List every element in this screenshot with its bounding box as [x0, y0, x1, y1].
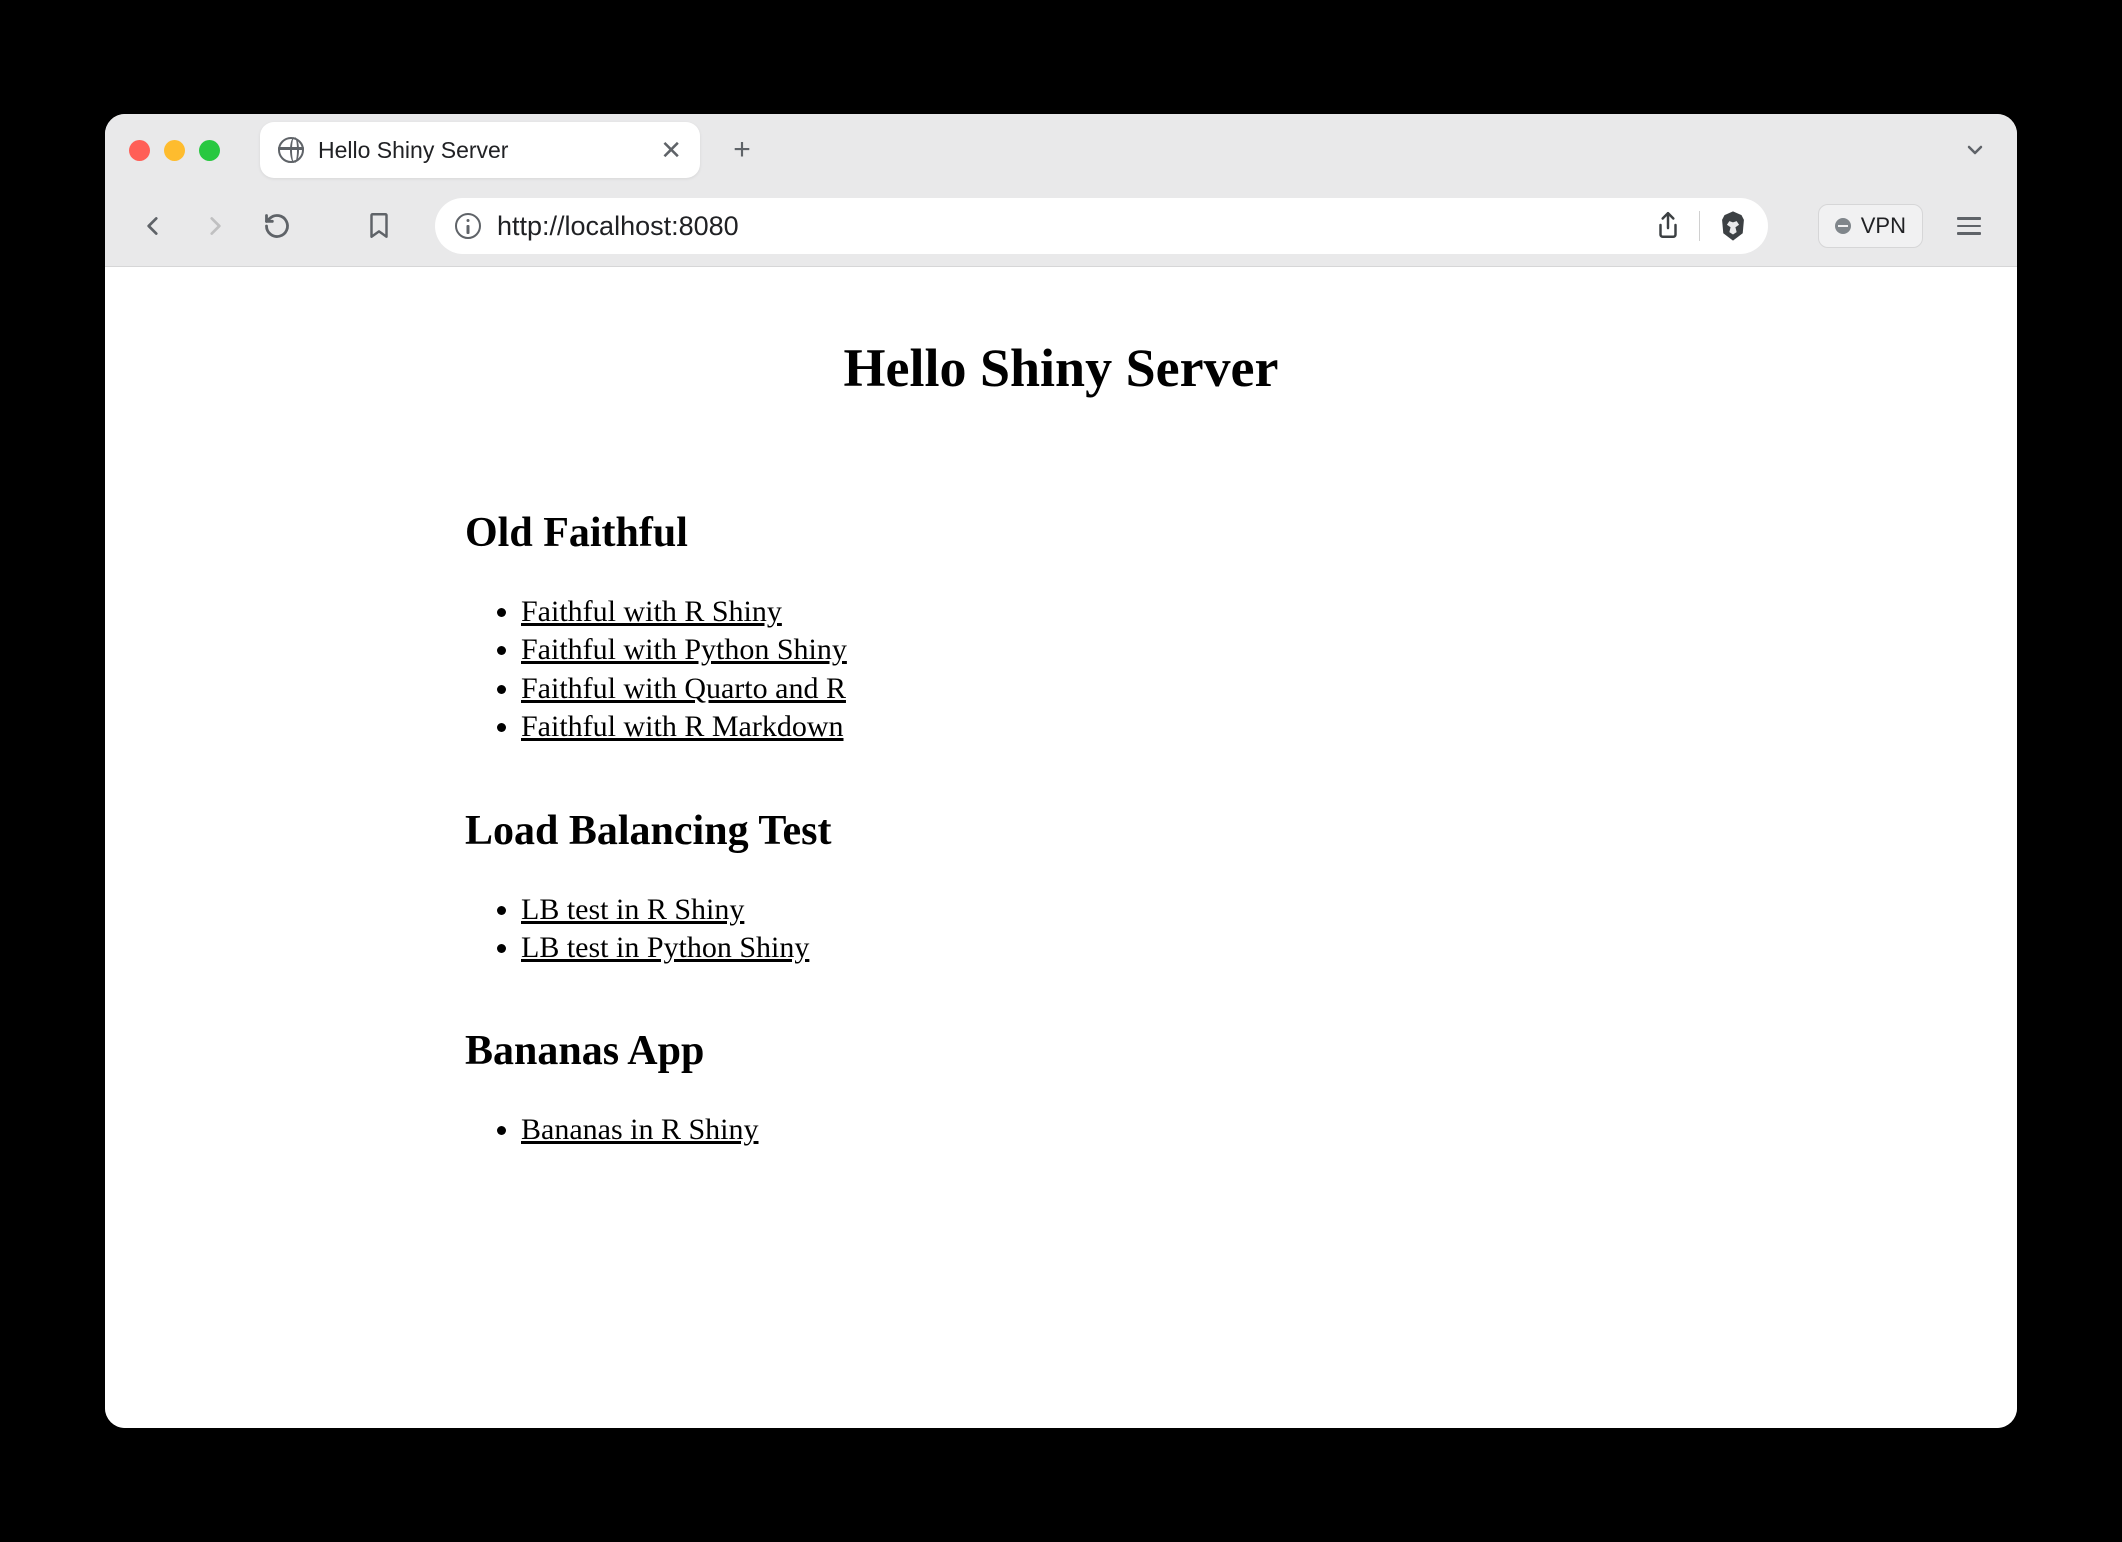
- reload-icon: [263, 212, 291, 240]
- window-minimize-button[interactable]: [164, 140, 185, 161]
- browser-window: Hello Shiny Server ✕ +: [105, 114, 2017, 1428]
- window-controls: [129, 140, 220, 161]
- list-item: Faithful with R Markdown: [521, 708, 1657, 746]
- address-bar-actions: [1655, 209, 1748, 243]
- link[interactable]: Bananas in R Shiny: [521, 1113, 759, 1146]
- section-heading: Load Balancing Test: [465, 807, 1657, 855]
- page-content: Hello Shiny Server Old Faithful Faithful…: [105, 267, 2017, 1428]
- list-item: Bananas in R Shiny: [521, 1111, 1657, 1149]
- bookmark-button[interactable]: [355, 202, 403, 250]
- link[interactable]: Faithful with Quarto and R: [521, 672, 846, 705]
- window-maximize-button[interactable]: [199, 140, 220, 161]
- url-text: http://localhost:8080: [497, 211, 1639, 242]
- brave-shields-button[interactable]: [1718, 209, 1748, 243]
- close-icon[interactable]: ✕: [660, 137, 682, 163]
- link[interactable]: Faithful with R Shiny: [521, 595, 782, 628]
- link[interactable]: Faithful with Python Shiny: [521, 633, 847, 666]
- bookmark-icon: [366, 211, 392, 241]
- section-heading: Old Faithful: [465, 509, 1657, 557]
- hamburger-icon: [1957, 217, 1981, 220]
- link[interactable]: LB test in Python Shiny: [521, 931, 809, 964]
- share-button[interactable]: [1655, 211, 1681, 241]
- chevron-left-icon: [140, 213, 166, 239]
- list-item: Faithful with Quarto and R: [521, 670, 1657, 708]
- site-info-icon[interactable]: [455, 213, 481, 239]
- back-button[interactable]: [129, 202, 177, 250]
- forward-button[interactable]: [191, 202, 239, 250]
- vpn-label: VPN: [1861, 213, 1906, 239]
- link-list: LB test in R Shiny LB test in Python Shi…: [465, 891, 1657, 968]
- share-icon: [1655, 211, 1681, 241]
- list-item: Faithful with Python Shiny: [521, 631, 1657, 669]
- link[interactable]: LB test in R Shiny: [521, 893, 744, 926]
- vpn-button[interactable]: VPN: [1818, 204, 1923, 248]
- link[interactable]: Faithful with R Markdown: [521, 710, 844, 743]
- menu-button[interactable]: [1945, 217, 1993, 235]
- divider: [1699, 211, 1700, 241]
- tab-strip: Hello Shiny Server ✕ +: [105, 114, 2017, 186]
- new-tab-button[interactable]: +: [720, 128, 764, 172]
- list-item: LB test in R Shiny: [521, 891, 1657, 929]
- browser-tab[interactable]: Hello Shiny Server ✕: [260, 122, 700, 178]
- toolbar: http://localhost:8080: [105, 186, 2017, 266]
- link-list: Bananas in R Shiny: [465, 1111, 1657, 1149]
- list-item: LB test in Python Shiny: [521, 929, 1657, 967]
- tab-title: Hello Shiny Server: [318, 137, 646, 164]
- vpn-status-icon: [1835, 218, 1851, 234]
- browser-chrome: Hello Shiny Server ✕ +: [105, 114, 2017, 267]
- list-item: Faithful with R Shiny: [521, 593, 1657, 631]
- globe-icon: [278, 137, 304, 163]
- chevron-down-icon: [1963, 138, 1987, 162]
- address-bar[interactable]: http://localhost:8080: [435, 198, 1768, 254]
- window-close-button[interactable]: [129, 140, 150, 161]
- lion-shield-icon: [1718, 209, 1748, 243]
- link-list: Faithful with R Shiny Faithful with Pyth…: [465, 593, 1657, 747]
- section-heading: Bananas App: [465, 1027, 1657, 1075]
- chevron-right-icon: [202, 213, 228, 239]
- tab-search-button[interactable]: [1963, 138, 1987, 162]
- page-title: Hello Shiny Server: [465, 337, 1657, 399]
- reload-button[interactable]: [253, 202, 301, 250]
